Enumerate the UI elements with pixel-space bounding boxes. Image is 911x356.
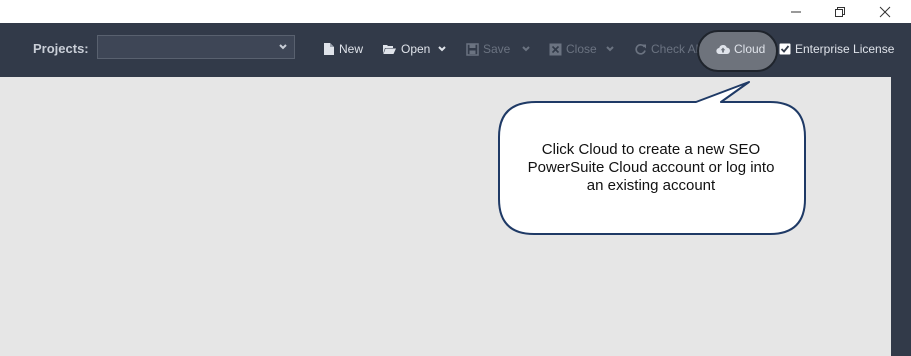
restore-button[interactable] [818,0,862,23]
close-project-button[interactable]: Close [549,39,597,59]
save-icon [466,42,479,56]
tooltip-line: PowerSuite Cloud account or log into [527,159,775,176]
tooltip-line: Click Cloud to create a new SEO [541,141,761,158]
workspace-area [0,77,891,356]
close-dropdown-arrow[interactable] [605,39,615,59]
open-button[interactable]: Open [382,39,430,59]
chevron-down-icon [606,46,614,52]
restore-icon [835,6,845,17]
save-dropdown-arrow[interactable] [521,39,531,59]
projects-label: Projects: [33,41,89,56]
title-bar [0,0,911,23]
new-file-icon [324,43,334,55]
main-toolbar: Projects: New Open Save Close Check All … [0,23,911,77]
check-all-button[interactable]: Check All [634,39,701,59]
enterprise-license-label: Enterprise License [795,42,895,56]
cloud-button-label: Cloud [734,42,766,56]
enterprise-license-button[interactable]: Enterprise License [779,39,894,59]
cloud-button[interactable]: Cloud [716,39,765,59]
minimize-icon [791,11,801,12]
projects-dropdown[interactable] [97,35,295,59]
chevron-down-icon [279,44,287,50]
folder-open-icon [383,45,396,54]
cloud-upload-icon [716,44,730,54]
new-button[interactable]: New [323,39,363,59]
tooltip-callout-text: Click Cloud to create a new SEO PowerSui… [512,141,790,195]
close-square-icon [549,43,562,55]
checkbox-checked-icon [779,43,791,55]
minimize-button[interactable] [774,0,818,23]
chevron-down-icon [522,46,530,52]
right-side-panel [891,77,911,356]
save-button[interactable]: Save [466,39,510,59]
close-icon [879,6,891,17]
close-button-label: Close [566,42,597,56]
chevron-down-icon [438,46,446,52]
check-all-button-label: Check All [651,42,702,56]
new-button-label: New [339,42,364,56]
close-window-button[interactable] [863,0,907,23]
refresh-icon [635,43,646,55]
tooltip-line: an existing account [586,177,716,194]
save-button-label: Save [483,42,511,56]
open-button-label: Open [401,42,431,56]
open-dropdown-arrow[interactable] [437,39,447,59]
